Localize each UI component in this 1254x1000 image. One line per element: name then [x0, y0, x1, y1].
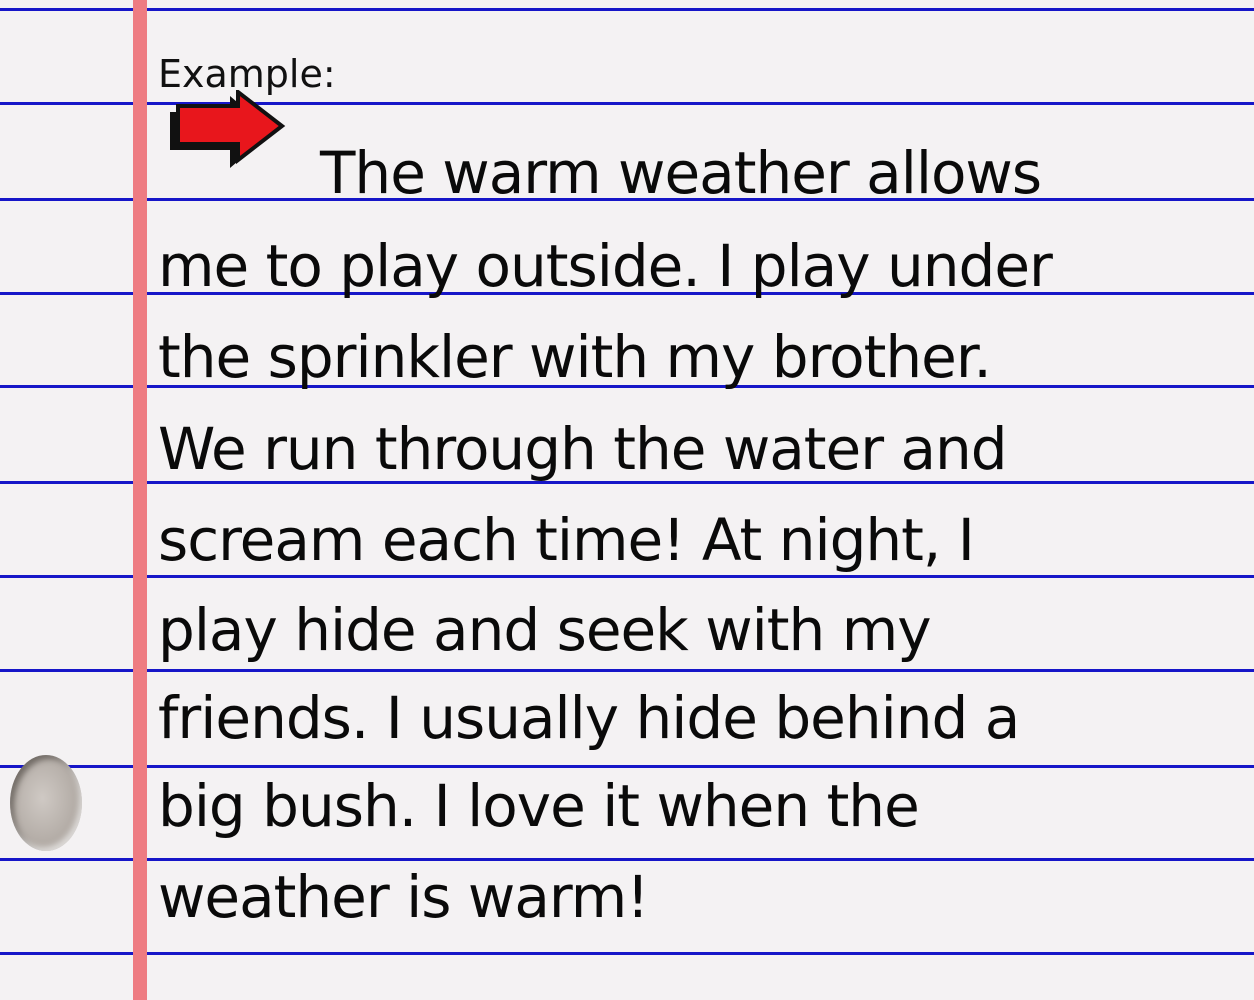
paragraph-line-9: weather is warm!	[158, 863, 649, 931]
rule-line	[0, 575, 1254, 578]
rule-line	[0, 669, 1254, 672]
paragraph-line-4: We run through the water and	[158, 415, 1008, 483]
rule-line	[0, 952, 1254, 955]
paragraph-line-3: the sprinkler with my brother.	[158, 323, 992, 391]
paragraph-line-7: friends. I usually hide behind a	[158, 684, 1020, 752]
notebook-page: Example: The warm weather allows me to p…	[0, 0, 1254, 1000]
paragraph-line-1: The warm weather allows	[320, 139, 1042, 207]
rule-line	[0, 8, 1254, 11]
binder-hole	[10, 755, 82, 851]
rule-line	[0, 858, 1254, 861]
margin-line	[133, 0, 147, 1000]
paragraph-line-2: me to play outside. I play under	[158, 232, 1053, 300]
rule-line	[0, 765, 1254, 768]
right-arrow-icon	[170, 90, 286, 168]
paragraph-line-5: scream each time! At night, I	[158, 506, 975, 574]
paragraph-line-6: play hide and seek with my	[158, 596, 932, 664]
paragraph-line-8: big bush. I love it when the	[158, 772, 920, 840]
